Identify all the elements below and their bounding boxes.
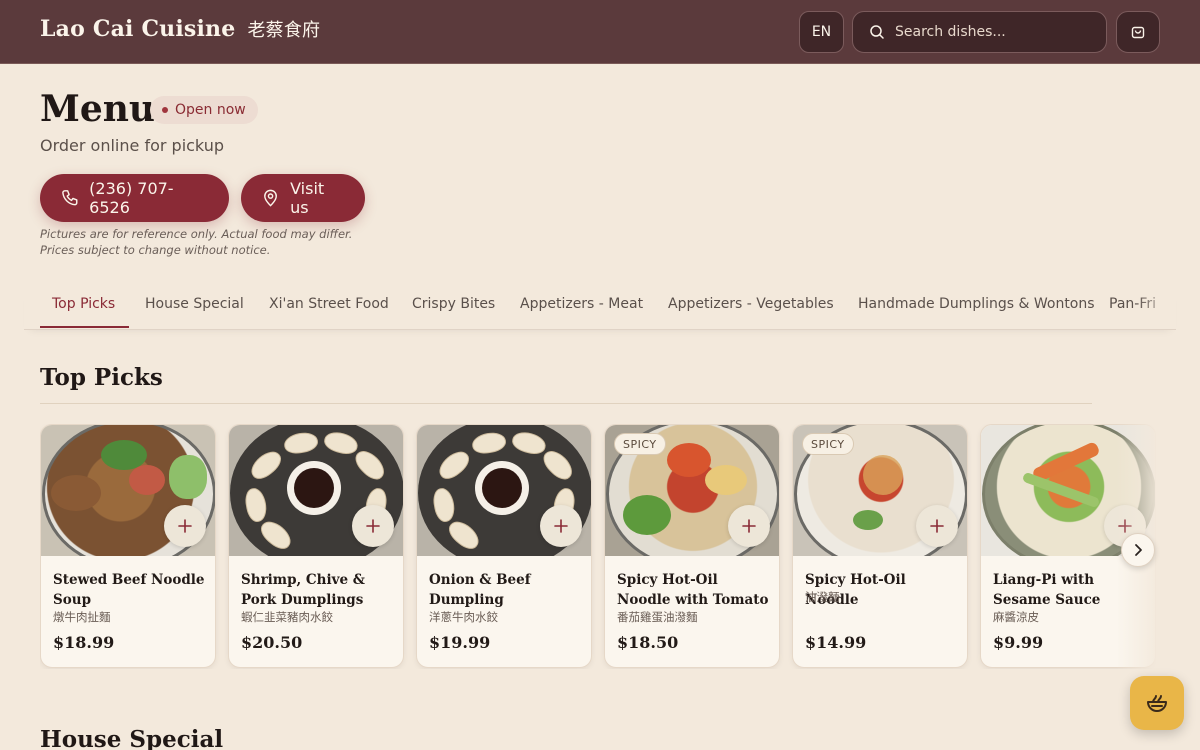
- top-picks-carousel: Stewed Beef Noodle Soup 燉牛肉扯麵 $18.99 Shr…: [40, 424, 1156, 669]
- phone-number: (236) 707-6526: [89, 179, 174, 217]
- phone-icon: [62, 190, 78, 206]
- dish-name: Shrimp, Chive & Pork Dumplings: [241, 572, 365, 608]
- page-title: Menu: [40, 88, 156, 130]
- tab-appetizers-meat[interactable]: Appetizers - Meat: [520, 296, 643, 312]
- plus-icon: [178, 519, 192, 533]
- dish-price: $9.99: [993, 633, 1044, 652]
- dish-price: $18.99: [53, 633, 115, 652]
- disclaimer: Pictures are for reference only. Actual …: [40, 226, 352, 258]
- tab-handmade-dumplings[interactable]: Handmade Dumplings & Wontons: [858, 296, 1095, 312]
- brand-name-zh: 老蔡食府: [247, 20, 321, 41]
- search-input[interactable]: [895, 24, 1085, 40]
- dish-name-zh: 燉牛肉扯麵: [53, 610, 111, 624]
- noodle-bowl-icon: [1147, 695, 1167, 712]
- dish-card[interactable]: SPICY Spicy Hot-Oil Noodle 油潑麵 $14.99: [792, 424, 968, 668]
- spicy-tag: SPICY: [802, 433, 854, 455]
- dish-name: Spicy Hot-Oil Noodle with Tomato & Egg..…: [617, 572, 769, 608]
- plus-icon: [554, 519, 568, 533]
- section-title-house-special: House Special: [40, 726, 224, 750]
- add-to-cart-button[interactable]: [164, 505, 206, 547]
- add-to-cart-button[interactable]: [352, 505, 394, 547]
- disclaimer-line: Prices subject to change without notice.: [40, 243, 271, 257]
- brand-logo[interactable]: Lao Cai Cuisine 老蔡食府: [40, 16, 320, 42]
- visit-us-label: Visit us: [290, 179, 325, 217]
- section-divider: [40, 403, 1092, 404]
- language-button[interactable]: EN: [799, 11, 844, 53]
- tabs-fade: [1136, 286, 1176, 329]
- status-badge: Open now: [150, 96, 258, 124]
- page-subtitle: Order online for pickup: [40, 136, 224, 155]
- plus-icon: [366, 519, 380, 533]
- add-to-cart-button[interactable]: [540, 505, 582, 547]
- dish-name: Liang-Pi with Sesame Sauce: [993, 572, 1101, 608]
- dish-name-zh: 油潑麵: [805, 590, 840, 604]
- carousel-next-button[interactable]: [1121, 533, 1155, 567]
- brand-name: Lao Cai Cuisine: [40, 16, 236, 42]
- search-box[interactable]: [852, 11, 1107, 53]
- dish-price: $18.50: [617, 633, 679, 652]
- shopping-bag-icon: [1131, 26, 1145, 39]
- plus-icon: [742, 519, 756, 533]
- dish-name-zh: 番茄雞蛋油潑麵: [617, 610, 698, 624]
- cart-button[interactable]: [1116, 11, 1160, 53]
- disclaimer-line: Pictures are for reference only. Actual …: [40, 227, 353, 241]
- plus-icon: [930, 519, 944, 533]
- visit-us-button[interactable]: Visit us: [241, 174, 365, 222]
- call-button[interactable]: (236) 707-6526: [40, 174, 229, 222]
- spicy-tag: SPICY: [614, 433, 666, 455]
- status-dot-icon: [162, 107, 168, 113]
- add-to-cart-button[interactable]: [728, 505, 770, 547]
- map-pin-icon: [264, 189, 277, 207]
- dish-price: $20.50: [241, 633, 303, 652]
- category-tabs: Top Picks House Special Xi'an Street Foo…: [24, 286, 1176, 330]
- dish-card[interactable]: Onion & Beef Dumpling 洋蔥牛肉水餃 $19.99: [416, 424, 592, 668]
- add-to-cart-button[interactable]: [916, 505, 958, 547]
- tab-top-picks[interactable]: Top Picks: [52, 296, 115, 312]
- tab-appetizers-vegetables[interactable]: Appetizers - Vegetables: [668, 296, 834, 312]
- top-navigation-bar: Lao Cai Cuisine 老蔡食府 EN: [0, 0, 1200, 64]
- dish-card[interactable]: Shrimp, Chive & Pork Dumplings 蝦仁韭菜豬肉水餃 …: [228, 424, 404, 668]
- dish-card[interactable]: Stewed Beef Noodle Soup 燉牛肉扯麵 $18.99: [40, 424, 216, 668]
- dish-name-zh: 麻醬涼皮: [993, 610, 1039, 624]
- tab-crispy-bites[interactable]: Crispy Bites: [412, 296, 495, 312]
- dish-card[interactable]: SPICY Spicy Hot-Oil Noodle with Tomato &…: [604, 424, 780, 668]
- assistant-button[interactable]: [1130, 676, 1184, 730]
- dish-name-zh: 蝦仁韭菜豬肉水餃: [241, 610, 333, 624]
- dish-price: $14.99: [805, 633, 867, 652]
- search-icon: [870, 25, 884, 39]
- tab-house-special[interactable]: House Special: [145, 296, 244, 312]
- status-text: Open now: [175, 102, 246, 118]
- dish-name: Onion & Beef Dumpling: [429, 572, 531, 608]
- tab-xian-street-food[interactable]: Xi'an Street Food: [269, 296, 389, 312]
- active-tab-indicator: [40, 326, 129, 328]
- dish-name: Stewed Beef Noodle Soup: [53, 572, 205, 608]
- dish-name-zh: 洋蔥牛肉水餃: [429, 610, 498, 624]
- plus-icon: [1118, 519, 1132, 533]
- section-title-top-picks: Top Picks: [40, 364, 163, 391]
- chevron-right-icon: [1135, 544, 1142, 556]
- dish-price: $19.99: [429, 633, 491, 652]
